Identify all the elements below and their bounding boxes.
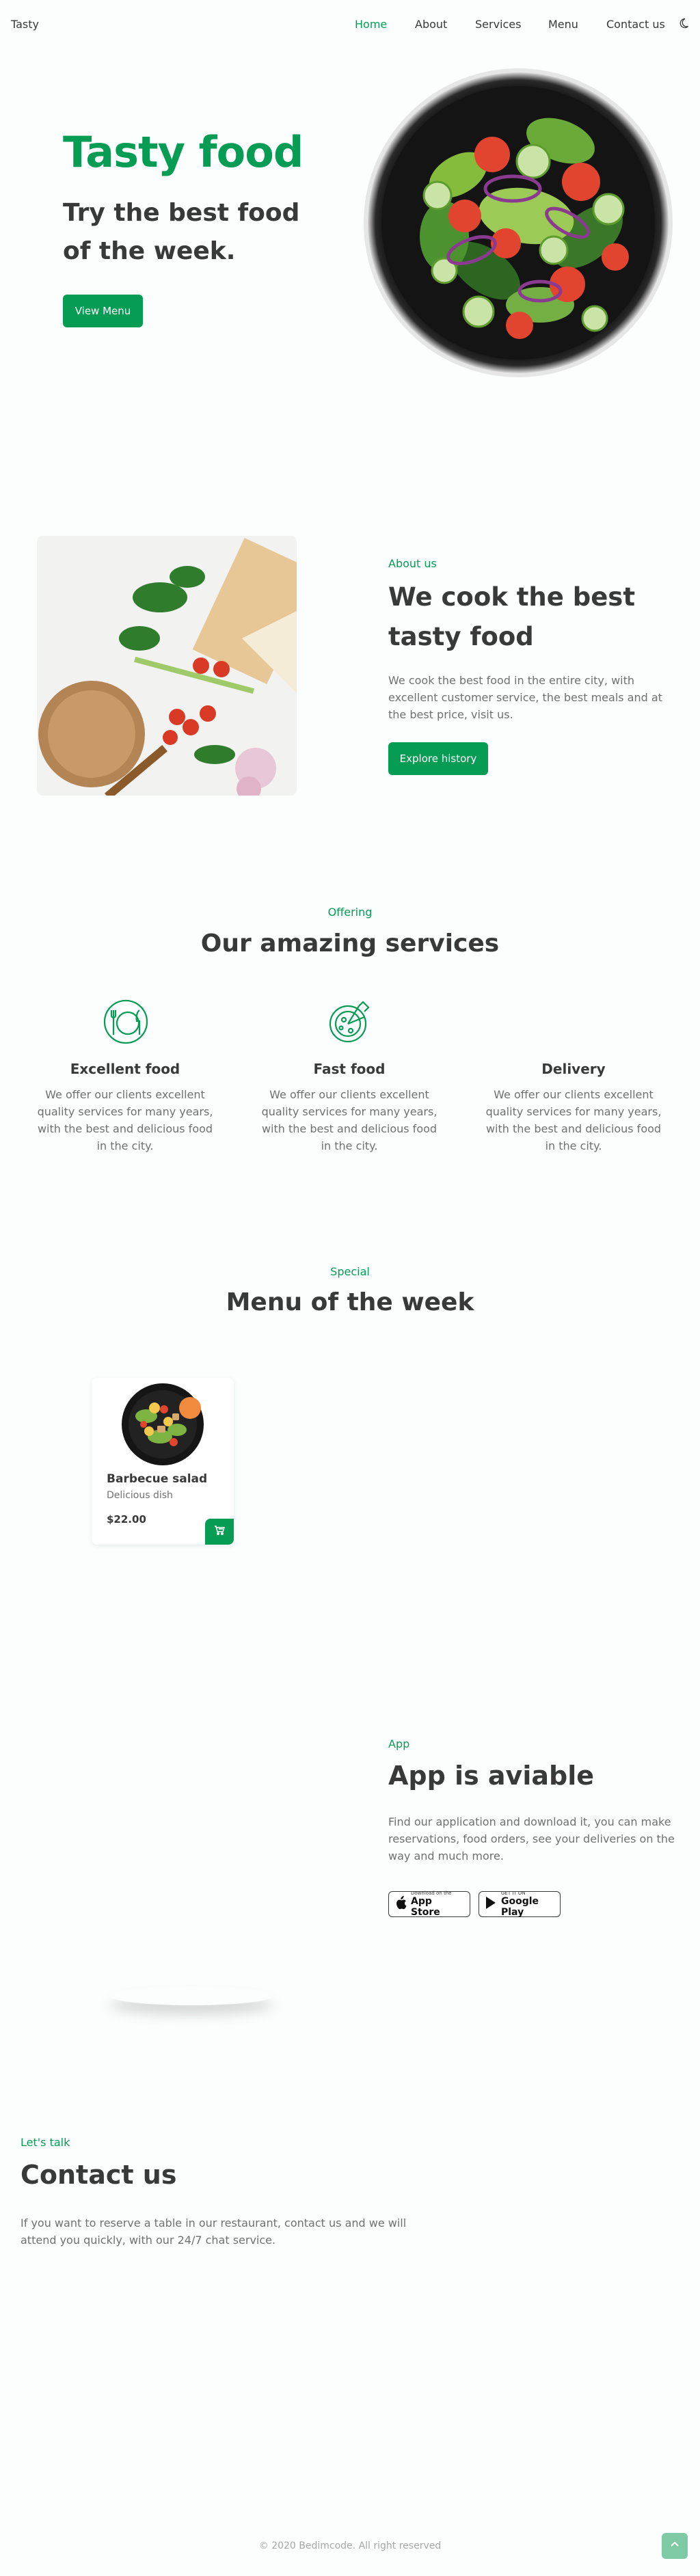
menu-card[interactable]: Barbecue salad Delicious dish $22.00 (92, 1378, 234, 1545)
nav-link-about[interactable]: About (415, 18, 447, 31)
service-text-delivery: We offer our clients excellent quality s… (485, 1088, 662, 1152)
nav-link-home[interactable]: Home (355, 18, 387, 31)
hero-subtitle: Try the best food of the week. (63, 199, 300, 265)
service-name-excellent-food: Excellent food (70, 1061, 180, 1077)
hero-title: Tasty food (63, 127, 304, 177)
apple-icon (394, 1896, 407, 1912)
arrow-up-icon (669, 2539, 680, 2553)
service-text-fast-food: We offer our clients excellent quality s… (261, 1088, 438, 1152)
app-store-small-text: Download on the (411, 1890, 452, 1896)
scroll-top-button[interactable] (662, 2533, 688, 2559)
app-store-button[interactable]: Download on the App Store (388, 1890, 470, 1918)
hero-salad-image (362, 66, 674, 380)
explore-history-button[interactable]: Explore history (388, 742, 488, 775)
about-title: We cook the best tasty food (388, 582, 636, 651)
cart-icon (214, 1525, 226, 1538)
about-food-image (37, 536, 297, 796)
delivery-heading-clip: Delivery (485, 1058, 662, 1077)
app-text: Find our application and download it, yo… (388, 1815, 675, 1862)
menu-item-name: Barbecue salad (107, 1472, 208, 1486)
services-title: Our amazing services (200, 930, 500, 958)
logo[interactable]: Tasty (11, 18, 39, 31)
view-menu-button[interactable]: View Menu (63, 295, 143, 327)
about-kicker: About us (388, 557, 437, 570)
contact-kicker: Let's talk (21, 2136, 70, 2149)
google-play-button[interactable]: GET IT ON Google Play (479, 1890, 561, 1918)
app-kicker: App (388, 1737, 410, 1750)
service-name-fast-food: Fast food (313, 1061, 386, 1077)
service-text-excellent-food: We offer our clients excellent quality s… (37, 1088, 213, 1152)
service-name-delivery: Delivery (541, 1061, 606, 1077)
about-text: We cook the best food in the entire city… (388, 674, 662, 721)
menu-title: Menu of the week (226, 1288, 474, 1316)
google-play-big-text: Google Play (501, 1896, 539, 1918)
contact-text: If you want to reserve a table in our re… (21, 2216, 407, 2247)
footer-copyright: © 2020 Bedimcode. All right reserved (258, 2540, 442, 2551)
app-store-big-text: App Store (411, 1896, 440, 1918)
nav-link-contact[interactable]: Contact us (606, 18, 665, 31)
pizza-icon (325, 998, 373, 1046)
nav-link-menu[interactable]: Menu (548, 18, 578, 31)
menu-item-desc: Delicious dish (107, 1490, 173, 1501)
nav-link-services[interactable]: Services (475, 18, 521, 31)
contact-title: Contact us (21, 2160, 177, 2190)
moon-icon[interactable] (678, 18, 689, 29)
menu-kicker: Special (330, 1265, 370, 1278)
menu-item-price: $22.00 (107, 1513, 146, 1526)
add-to-cart-button[interactable] (205, 1519, 234, 1545)
plate-cutlery-icon (102, 998, 150, 1046)
phone-image-shadow (109, 1986, 273, 2005)
services-kicker: Offering (327, 906, 373, 919)
google-play-small-text: GET IT ON (501, 1890, 526, 1896)
barbecue-salad-image (119, 1382, 206, 1467)
app-title: App is aviable (388, 1761, 594, 1791)
google-play-icon (485, 1896, 497, 1912)
